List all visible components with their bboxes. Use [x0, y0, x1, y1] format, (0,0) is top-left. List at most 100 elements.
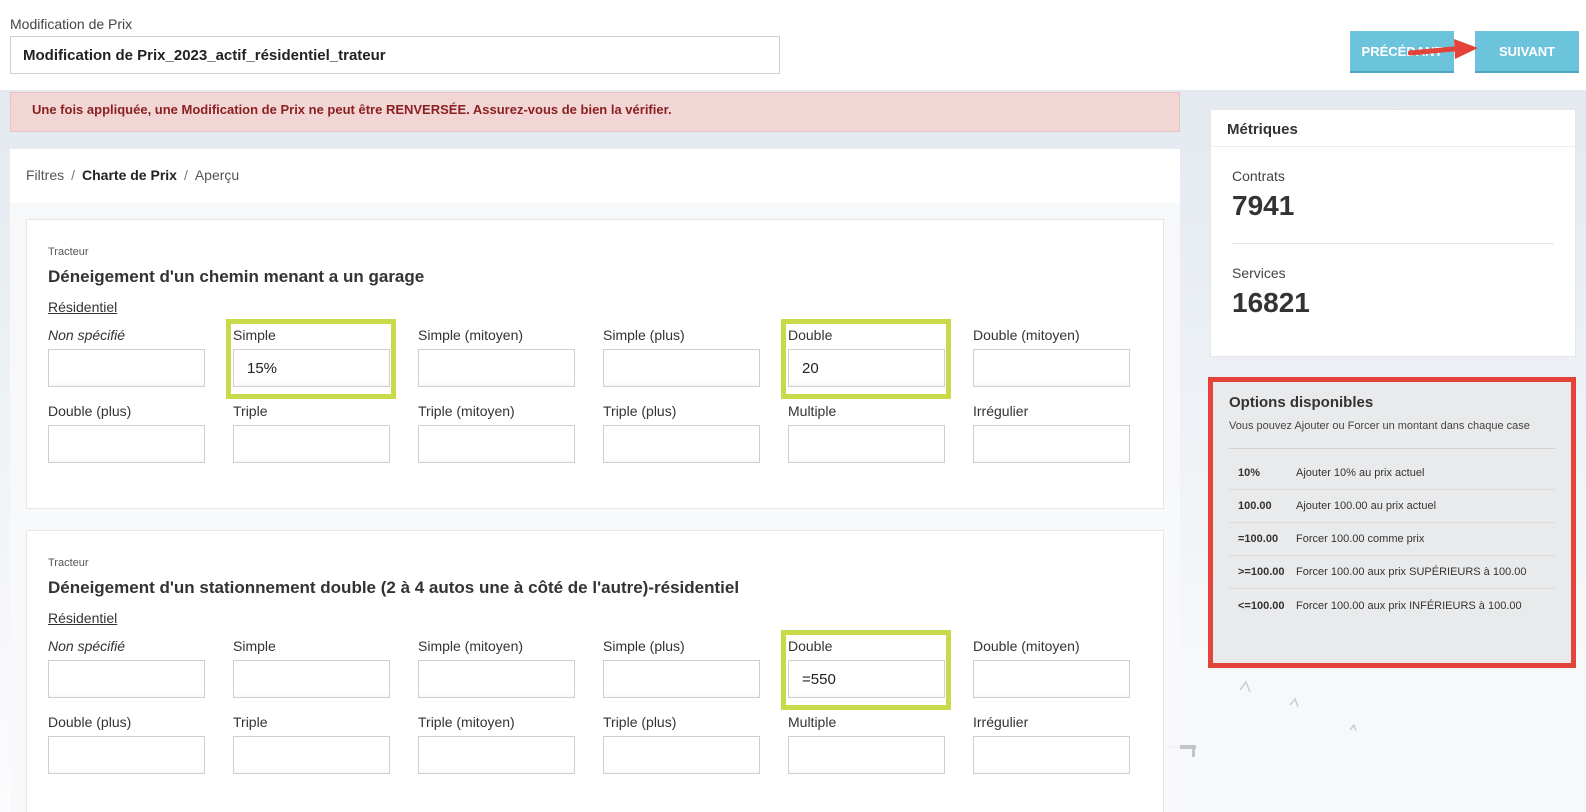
field-label: Irrégulier — [973, 403, 1029, 419]
option-row: 100.00 Ajouter 100.00 au prix actuel — [1229, 490, 1555, 523]
price-input-multiple[interactable] — [788, 425, 945, 463]
breadcrumb-separator: / — [71, 167, 76, 183]
price-input-triple-mitoyen[interactable] — [418, 736, 575, 774]
service-title: Déneigement d'un stationnement double (2… — [48, 578, 740, 597]
field-label: Triple — [233, 714, 268, 730]
price-input-non-specifie[interactable] — [48, 660, 205, 698]
price-input-multiple[interactable] — [788, 736, 945, 774]
field-label: Triple (plus) — [603, 403, 677, 419]
service-subtitle[interactable]: Résidentiel — [48, 299, 1142, 315]
metrics-panel: Métriques Contrats 7941 Services 16821 — [1210, 109, 1576, 357]
field-label: Triple (mitoyen) — [418, 714, 515, 730]
field-label: Double — [788, 638, 833, 654]
price-input-non-specifie[interactable] — [48, 349, 205, 387]
field-label: Multiple — [788, 403, 837, 419]
field-label: Simple (plus) — [603, 638, 685, 654]
field-label: Non spécifié — [48, 638, 126, 654]
field-label: Simple (mitoyen) — [418, 638, 524, 654]
price-grid: Non spécifié Simple Simple (mitoyen) Sim… — [48, 319, 1142, 479]
page-header: Modification de Prix PRÉCÉDANT SUIVANT — [0, 0, 1586, 90]
metric-services: Services 16821 — [1211, 265, 1575, 319]
options-list: 10% Ajouter 10% au prix actuel 100.00 Ajou… — [1229, 457, 1555, 622]
metric-value: 7941 — [1232, 190, 1295, 221]
price-input-simple[interactable] — [233, 660, 390, 698]
breadcrumb-apercu[interactable]: Aperçu — [195, 167, 239, 183]
option-text: Forcer 100.00 aux prix INFÉRIEURS à 100.… — [1296, 599, 1522, 612]
price-input-irregulier[interactable] — [973, 736, 1130, 774]
field-label: Triple (plus) — [603, 714, 677, 730]
price-input-simple[interactable] — [233, 349, 390, 387]
option-text: Forcer 100.00 aux prix SUPÉRIEURS à 100.… — [1296, 566, 1527, 578]
price-input-double-mitoyen[interactable] — [973, 660, 1130, 698]
option-row: 10% Ajouter 10% au prix actuel — [1229, 457, 1555, 490]
option-row: =100.00 Forcer 100.00 comme prix — [1229, 523, 1555, 556]
main-panel: Filtres / Charte de Prix / Aperçu Tracteur D… — [10, 149, 1180, 812]
price-input-simple-plus[interactable] — [603, 660, 760, 698]
field-label: Double — [788, 327, 833, 343]
option-text: Ajouter 10% au prix actuel — [1296, 467, 1425, 479]
divider — [1229, 448, 1555, 449]
price-input-double-plus[interactable] — [48, 425, 205, 463]
field-label: Double (mitoyen) — [973, 327, 1080, 343]
price-input-triple-mitoyen[interactable] — [418, 425, 575, 463]
option-code: >=100.00 — [1238, 566, 1285, 578]
divider — [1232, 243, 1554, 244]
field-label: Double (plus) — [48, 714, 132, 730]
field-label: Double (plus) — [48, 403, 132, 419]
service-card: Tracteur Déneigement d'un chemin menant … — [26, 219, 1164, 509]
option-text: Ajouter 100.00 au prix actuel — [1296, 500, 1437, 512]
price-input-double-mitoyen[interactable] — [973, 349, 1130, 387]
price-input-triple[interactable] — [233, 425, 390, 463]
price-input-simple-mitoyen[interactable] — [418, 660, 575, 698]
options-title: Options disponibles — [1229, 394, 1374, 411]
price-input-irregulier[interactable] — [973, 425, 1130, 463]
price-input-simple-plus[interactable] — [603, 349, 760, 387]
service-subtitle[interactable]: Résidentiel — [48, 610, 1142, 626]
options-description: Vous pouvez Ajouter ou Forcer un montant… — [1229, 420, 1530, 432]
price-input-double[interactable] — [788, 660, 945, 698]
field-label: Simple (mitoyen) — [418, 327, 524, 343]
field-label: Multiple — [788, 714, 837, 730]
next-button[interactable]: SUIVANT — [1475, 31, 1579, 71]
field-label: Simple — [233, 327, 276, 343]
metric-label: Services — [1232, 265, 1286, 281]
field-label: Triple (mitoyen) — [418, 403, 515, 419]
modification-name-input[interactable] — [10, 36, 780, 74]
metrics-title: Métriques — [1211, 110, 1575, 147]
price-grid: Non spécifié Simple Simple (mitoyen) Sim… — [48, 630, 1142, 790]
price-input-double[interactable] — [788, 349, 945, 387]
field-label: Simple — [233, 638, 276, 654]
metric-contracts: Contrats 7941 — [1211, 168, 1575, 222]
name-label: Modification de Prix — [10, 16, 133, 32]
annotation-arrow-icon — [1408, 39, 1478, 59]
price-input-simple-mitoyen[interactable] — [418, 349, 575, 387]
option-code: 10% — [1238, 467, 1261, 479]
service-category: Tracteur — [48, 246, 89, 258]
breadcrumb-separator: / — [183, 167, 188, 183]
breadcrumb-filtres[interactable]: Filtres — [26, 167, 64, 183]
field-label: Irrégulier — [973, 714, 1029, 730]
breadcrumb: Filtres / Charte de Prix / Aperçu — [10, 149, 1180, 203]
metric-label: Contrats — [1232, 168, 1285, 184]
option-code: 100.00 — [1238, 500, 1272, 512]
field-label: Double (mitoyen) — [973, 638, 1080, 654]
breadcrumb-charte-de-prix[interactable]: Charte de Prix — [82, 167, 177, 183]
service-card: Tracteur Déneigement d'un stationnement … — [26, 530, 1164, 812]
option-row: >=100.00 Forcer 100.00 aux prix SUPÉRIEUR… — [1229, 556, 1555, 589]
field-label: Simple (plus) — [603, 327, 685, 343]
option-row: <=100.00 Forcer 100.00 aux prix INFÉRIEUR… — [1229, 589, 1555, 622]
option-text: Forcer 100.00 comme prix — [1296, 533, 1425, 545]
price-input-triple[interactable] — [233, 736, 390, 774]
price-input-triple-plus[interactable] — [603, 736, 760, 774]
service-title: Déneigement d'un chemin menant a un gara… — [48, 267, 425, 286]
option-code: =100.00 — [1238, 533, 1279, 545]
field-label: Triple — [233, 403, 268, 419]
field-label: Non spécifié — [48, 327, 126, 343]
option-code: <=100.00 — [1238, 599, 1285, 612]
metric-value: 16821 — [1232, 287, 1310, 318]
options-panel: Options disponibles Vous pouvez Ajouter … — [1208, 377, 1576, 668]
price-input-triple-plus[interactable] — [603, 425, 760, 463]
warning-alert: Une fois appliquée, une Modification de … — [10, 92, 1180, 132]
price-input-double-plus[interactable] — [48, 736, 205, 774]
service-category: Tracteur — [48, 557, 89, 569]
